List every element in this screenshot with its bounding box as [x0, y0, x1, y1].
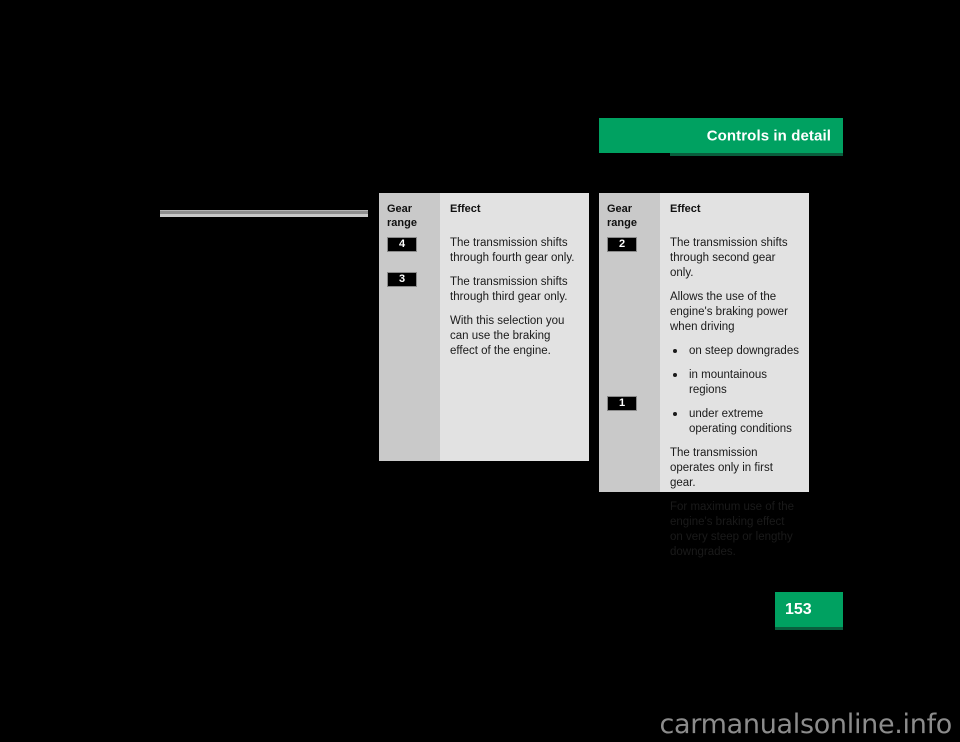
list-item: in mountainous regions — [670, 368, 799, 398]
list-item-label: on steep downgrades — [689, 345, 799, 357]
list-item-label: in mountainous regions — [689, 369, 767, 396]
column-header-gear-range-line2: range — [387, 217, 417, 229]
list-item: on steep downgrades — [670, 344, 799, 359]
bullet-dot-icon — [673, 373, 677, 377]
site-watermark: carmanualsonline.info — [659, 709, 953, 740]
horizontal-rule — [160, 210, 368, 217]
effect-paragraph: With this selection you can use the brak… — [450, 315, 565, 357]
page-number-badge-shadow — [775, 627, 843, 630]
column-header-effect: Effect — [670, 203, 701, 215]
effect-paragraph: The transmission shifts through second g… — [670, 237, 788, 279]
section-header-title: Controls in detail — [706, 127, 831, 144]
effect-paragraph: The transmission shifts through third ge… — [450, 276, 568, 303]
effect-paragraph: For maximum use of the engine's braking … — [670, 501, 794, 558]
section-header-shadow — [670, 153, 843, 156]
effect-column: Effect The transmission shifts through s… — [660, 193, 809, 558]
column-header-effect: Effect — [450, 203, 481, 215]
gear-badge-2: 2 — [607, 237, 637, 252]
page-number-badge: 153 — [775, 592, 843, 627]
gear-badge-4: 4 — [387, 237, 417, 252]
effect-body: The transmission shifts through second g… — [670, 236, 799, 560]
section-header-banner: Controls in detail — [599, 118, 843, 153]
effect-paragraph: The transmission operates only in first … — [670, 447, 773, 489]
gear-range-column: Gear range 4 3 — [379, 193, 440, 461]
column-header-gear-range-line1: Gear — [387, 203, 413, 215]
column-header-gear-range: Gear range — [387, 202, 432, 230]
column-header-gear-range-line2: range — [607, 217, 637, 229]
gear-badge-3: 3 — [387, 272, 417, 287]
gear-range-table-right: Gear range 2 1 Effect The transmission s… — [599, 193, 809, 558]
effect-bullet-list: on steep downgrades in mountainous regio… — [670, 344, 799, 437]
gear-badge-1: 1 — [607, 396, 637, 411]
bullet-dot-icon — [673, 412, 677, 416]
effect-body: The transmission shifts through fourth g… — [450, 236, 579, 359]
column-header-gear-range-line1: Gear — [607, 203, 633, 215]
bullet-dot-icon — [673, 349, 677, 353]
gear-range-column: Gear range 2 1 — [599, 193, 660, 492]
column-header-gear-range: Gear range — [607, 202, 652, 230]
list-item-label: under extreme operating conditions — [689, 408, 792, 435]
list-item: under extreme operating conditions — [670, 407, 799, 437]
effect-paragraph: The transmission shifts through fourth g… — [450, 237, 575, 264]
effect-column: Effect The transmission shifts through f… — [440, 193, 589, 461]
gear-range-table-left: Gear range 4 3 Effect The transmission s… — [379, 193, 589, 461]
effect-paragraph: Allows the use of the engine's braking p… — [670, 291, 788, 333]
page-number: 153 — [785, 600, 812, 618]
